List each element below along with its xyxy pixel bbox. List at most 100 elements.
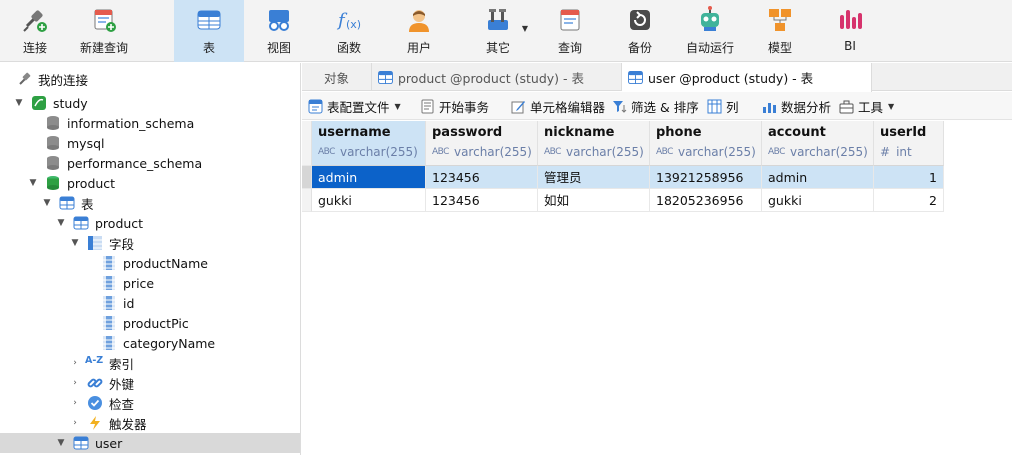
table-button[interactable]: 表 [174, 0, 244, 62]
tree-item-performance-schema[interactable]: performance_schema [0, 153, 300, 173]
column-icon [103, 336, 115, 350]
tree-item-foreign-keys-folder[interactable]: › 外键 [0, 373, 300, 393]
table-cell-phone[interactable]: 18205236956 [650, 189, 762, 212]
data-grid: username ABC varchar(255) password ABC varcha… [302, 121, 1012, 455]
column-header-name: userId [880, 125, 927, 140]
chevron-right-icon[interactable]: › [69, 357, 81, 369]
tree-item-field[interactable]: productPic [0, 313, 300, 333]
tree-item-indexes-folder[interactable]: › A-Z 索引 [0, 353, 300, 373]
tree-item-information-schema[interactable]: information_schema [0, 113, 300, 133]
tree-item-field[interactable]: categoryName [0, 333, 300, 353]
table-cell-username[interactable]: gukki [312, 189, 426, 212]
table-cell-password[interactable]: 123456 [426, 166, 538, 189]
chevron-down-icon: ▼ [521, 24, 528, 33]
column-header-account[interactable]: account ABC varchar(255) [762, 121, 874, 166]
tab-label: 对象 [323, 70, 349, 86]
table-config-button[interactable]: 表配置文件 ▼ [308, 92, 401, 120]
editor-tabs: 对象 product @product (study) - 表 user @pr… [302, 63, 1012, 92]
table-cell-username[interactable]: admin [312, 166, 426, 189]
tree-item-field[interactable]: price [0, 273, 300, 293]
column-type-label: varchar(255) [565, 145, 644, 159]
chevron-down-icon: ▼ [394, 101, 401, 111]
column-header-username[interactable]: username ABC varchar(255) [312, 121, 426, 166]
query-icon [560, 9, 580, 31]
chevron-down-icon[interactable]: ▼ [41, 197, 53, 209]
tree-item-checks-folder[interactable]: › 检查 [0, 393, 300, 413]
begin-transaction-button[interactable]: 开始事务 [420, 92, 489, 120]
column-header-password[interactable]: password ABC varchar(255) [426, 121, 538, 166]
tools-label: 工具 [858, 99, 884, 115]
tree-item-product-table[interactable]: ▼ product [0, 213, 300, 233]
bi-button[interactable]: BI [822, 0, 878, 62]
other-label: 其它 [485, 41, 510, 55]
lightning-icon [90, 416, 100, 430]
tree-item-triggers-folder[interactable]: › 触发器 [0, 413, 300, 433]
chevron-down-icon[interactable]: ▼ [69, 237, 81, 249]
cell-editor-button[interactable]: 单元格编辑器 [511, 92, 605, 120]
tree-item-tables-folder[interactable]: ▼ 表 [0, 193, 300, 213]
function-button[interactable]: f (x) 函数 [320, 0, 378, 62]
tree-item-mysql[interactable]: mysql [0, 133, 300, 153]
tree-item-label: 索引 [109, 356, 135, 372]
table-row[interactable]: gukki 123456 如如 18205236956 gukki 2 [302, 189, 944, 212]
connect-icon [23, 10, 47, 32]
other-button[interactable]: 其它 ▼ [462, 0, 534, 62]
function-icon: f (x) [336, 10, 361, 31]
table-row[interactable]: admin 123456 管理员 13921258956 admin 1 [302, 166, 944, 189]
columns-button[interactable]: 列 [707, 92, 739, 120]
data-analysis-button[interactable]: 数据分析 [762, 92, 831, 120]
tree-item-label: 触发器 [109, 416, 147, 432]
tree-item-field[interactable]: productName [0, 253, 300, 273]
tree-item-study[interactable]: ▼ study [0, 93, 300, 113]
view-button[interactable]: 视图 [250, 0, 308, 62]
row-selector[interactable] [302, 189, 312, 212]
filter-sort-button[interactable]: 筛选 & 排序 [612, 92, 699, 120]
table-cell-nickname[interactable]: 管理员 [538, 166, 650, 189]
tree-item-label: product [95, 215, 144, 231]
column-header-name: password [432, 125, 503, 140]
tree-item-fields-folder[interactable]: ▼ 字段 [0, 233, 300, 253]
tree-item-product-db[interactable]: ▼ product [0, 173, 300, 193]
table-cell-account[interactable]: gukki [762, 189, 874, 212]
table-icon [378, 70, 393, 84]
chevron-down-icon[interactable]: ▼ [13, 97, 25, 109]
column-header-phone[interactable]: phone ABC varchar(255) [650, 121, 762, 166]
row-selector[interactable] [302, 166, 312, 189]
table-cell-userId[interactable]: 2 [874, 189, 944, 212]
chevron-down-icon[interactable]: ▼ [55, 217, 67, 229]
table-cell-userId[interactable]: 1 [874, 166, 944, 189]
column-type-label: varchar(255) [789, 145, 868, 159]
query-button[interactable]: 查询 [541, 0, 599, 62]
model-button[interactable]: 模型 [752, 0, 808, 62]
table-cell-phone[interactable]: 13921258956 [650, 166, 762, 189]
auto-run-button[interactable]: 自动运行 [678, 0, 742, 62]
chevron-right-icon[interactable]: › [69, 417, 81, 429]
backup-button[interactable]: 备份 [611, 0, 669, 62]
table-cell-password[interactable]: 123456 [426, 189, 538, 212]
tree-item-label: 检查 [109, 396, 135, 412]
chevron-right-icon[interactable]: › [69, 397, 81, 409]
tab-user-table[interactable]: user @product (study) - 表 [622, 63, 872, 92]
tools-button[interactable]: 工具 ▼ [839, 92, 894, 120]
column-type-label: varchar(255) [339, 145, 418, 159]
columns-icon [707, 99, 722, 113]
tree-root-my-connections[interactable]: 我的连接 [0, 69, 300, 89]
chevron-down-icon[interactable]: ▼ [27, 177, 39, 189]
transaction-icon [421, 99, 434, 113]
tree-item-field[interactable]: id [0, 293, 300, 313]
table-icon [73, 436, 89, 450]
tab-product-table[interactable]: product @product (study) - 表 [372, 63, 622, 91]
new-query-button[interactable]: 新建查询 [72, 0, 136, 62]
column-header-userId[interactable]: userId # int [874, 121, 944, 166]
chevron-down-icon[interactable]: ▼ [55, 437, 67, 449]
chevron-right-icon[interactable]: › [69, 377, 81, 389]
tree-item-label: id [123, 295, 135, 311]
database-icon [47, 176, 59, 190]
user-button[interactable]: 用户 [390, 0, 448, 62]
tab-objects[interactable]: 对象 [302, 63, 372, 91]
table-cell-nickname[interactable]: 如如 [538, 189, 650, 212]
column-header-nickname[interactable]: nickname ABC varchar(255) [538, 121, 650, 166]
tree-item-user-table[interactable]: ▼ user [0, 433, 300, 453]
table-cell-account[interactable]: admin [762, 166, 874, 189]
connect-button[interactable]: 连接 [5, 0, 65, 62]
